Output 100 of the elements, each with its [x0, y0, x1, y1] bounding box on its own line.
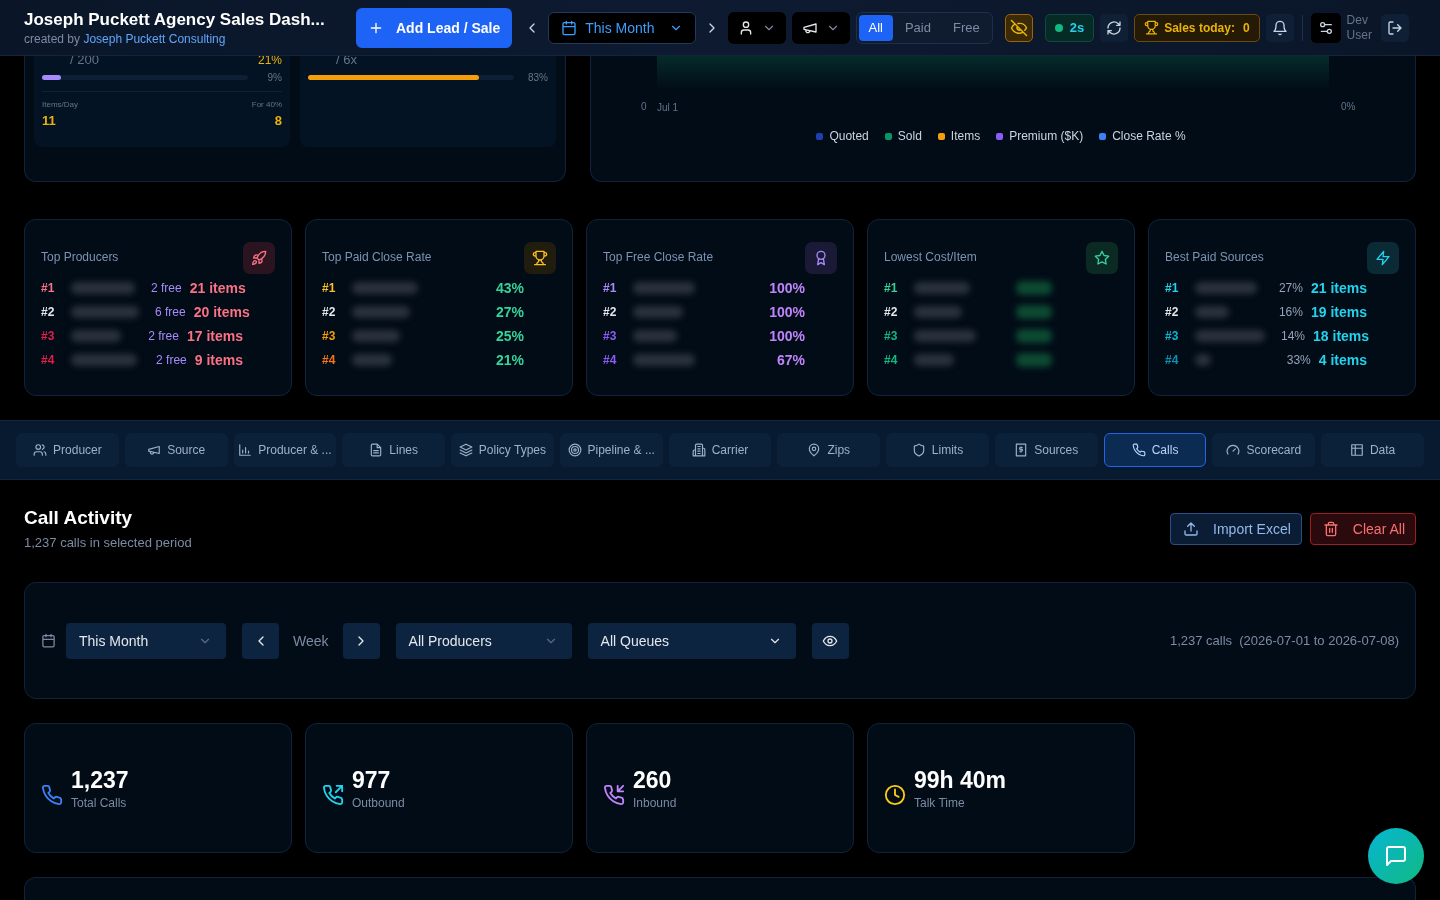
- tab[interactable]: Policy Types: [451, 433, 554, 467]
- close-rate: 25%: [495, 328, 524, 344]
- rank-label: #3: [1165, 329, 1180, 343]
- stat-label: Items/Day: [42, 100, 78, 109]
- rank-label: #3: [884, 329, 899, 343]
- rank-label: #4: [603, 353, 618, 367]
- item-count: 18 items: [1313, 328, 1370, 344]
- consulting-link[interactable]: Joseph Puckett Consulting: [83, 31, 226, 46]
- item-count: 20 items: [193, 304, 250, 320]
- item-count: 9 items: [194, 352, 243, 368]
- rank-label: #4: [884, 353, 899, 367]
- legend-label: Quoted: [829, 129, 869, 143]
- live-badge: 2s: [1044, 13, 1095, 42]
- add-lead-button[interactable]: Add Lead / Sale: [356, 7, 513, 48]
- segment-button[interactable]: Free: [943, 14, 990, 41]
- card-title: Lowest Cost/Item: [884, 250, 977, 264]
- card-title: Top Producers: [41, 250, 119, 264]
- item-count: 17 items: [186, 328, 243, 344]
- card-title: Top Free Close Rate: [603, 250, 714, 264]
- tab[interactable]: Producer & ...: [233, 433, 337, 467]
- tab[interactable]: Data: [1321, 433, 1424, 467]
- share-percent: 27%: [1278, 281, 1303, 295]
- calls-summary: 1,237 calls (2026-07-01 to 2026-07-08): [1169, 633, 1399, 648]
- close-rate: 43%: [495, 280, 524, 296]
- rank-label: #3: [41, 329, 56, 343]
- tab[interactable]: Producer: [16, 433, 119, 467]
- sales-today-badge: Sales today: 0: [1134, 13, 1260, 42]
- stat-value: 260: [633, 766, 673, 794]
- rank-label: #2: [1165, 305, 1180, 319]
- item-count: 21 items: [189, 280, 246, 296]
- close-rate: 21%: [495, 352, 524, 368]
- tab[interactable]: Pipeline & ...: [559, 433, 663, 467]
- clear-all-button[interactable]: Clear All: [1309, 513, 1416, 545]
- queue-select[interactable]: All Queues: [587, 622, 796, 659]
- stat-value: 99h 40m: [914, 766, 1007, 794]
- rank-label: #4: [322, 353, 337, 367]
- rank-label: #2: [322, 305, 337, 319]
- free-count: 6 free: [155, 305, 186, 319]
- tab[interactable]: Source: [124, 433, 228, 467]
- tab[interactable]: Lines: [342, 433, 446, 467]
- free-count: 2 free: [151, 281, 182, 295]
- share-percent: 16%: [1278, 305, 1303, 319]
- axis-tick: 0: [641, 101, 648, 112]
- rank-label: #1: [41, 281, 56, 295]
- axis-tick: 0%: [1341, 101, 1357, 112]
- user-name: Dev User: [1346, 12, 1373, 43]
- tab[interactable]: Carrier: [668, 433, 772, 467]
- close-rate: 100%: [769, 304, 805, 320]
- rank-label: #3: [322, 329, 337, 343]
- tab[interactable]: Sources: [994, 433, 1098, 467]
- section-subtitle: 1,237 calls in selected period: [24, 535, 192, 550]
- free-count: 2 free: [156, 353, 187, 367]
- import-excel-button[interactable]: Import Excel: [1170, 513, 1302, 545]
- item-count: 19 items: [1310, 304, 1367, 320]
- tab[interactable]: Limits: [886, 433, 989, 467]
- app-title: Joseph Puckett Agency Sales Dash...: [24, 9, 326, 30]
- stat-value: 977: [352, 766, 392, 794]
- section-title: Call Activity: [24, 507, 134, 529]
- rank-label: #3: [603, 329, 618, 343]
- period-select[interactable]: This Month: [66, 622, 226, 659]
- share-percent: 33%: [1286, 353, 1311, 367]
- legend-label: Close Rate %: [1112, 129, 1186, 143]
- rank-label: #4: [41, 353, 56, 367]
- rank-label: #1: [603, 281, 618, 295]
- card-title: Best Paid Sources: [1165, 250, 1264, 264]
- close-rate: 100%: [769, 280, 805, 296]
- stat-label: Outbound: [352, 795, 405, 810]
- rank-label: #2: [884, 305, 899, 319]
- free-count: 2 free: [148, 329, 179, 343]
- close-rate: 27%: [495, 304, 524, 320]
- stat-label: Total Calls: [71, 795, 128, 810]
- item-count: 4 items: [1318, 352, 1367, 368]
- tab[interactable]: Scorecard: [1212, 433, 1316, 467]
- progress-reading: 83%: [527, 72, 548, 83]
- axis-tick: Jul 1: [657, 102, 680, 113]
- legend-label: Sold: [897, 129, 922, 143]
- stat-label: For 40%: [251, 100, 282, 109]
- rank-label: #1: [322, 281, 337, 295]
- legend-label: Premium ($K): [1009, 129, 1084, 143]
- legend-label: Items: [950, 129, 981, 143]
- item-count: 21 items: [1310, 280, 1367, 296]
- stat-value: 8: [274, 113, 282, 128]
- stat-value: 11: [42, 113, 57, 128]
- producer-select[interactable]: All Producers: [395, 622, 572, 659]
- close-rate: 67%: [776, 352, 805, 368]
- progress-reading: 9%: [266, 72, 282, 83]
- byline: created by Joseph Puckett Consulting: [24, 31, 227, 46]
- period-select[interactable]: This Month: [548, 11, 696, 44]
- stat-label: Talk Time: [914, 795, 966, 810]
- card-title: Top Paid Close Rate: [322, 250, 432, 264]
- share-percent: 14%: [1281, 329, 1306, 343]
- tab[interactable]: Zips: [777, 433, 881, 467]
- tab[interactable]: Calls: [1103, 433, 1207, 467]
- segment-button[interactable]: Paid: [894, 14, 941, 41]
- stat-label: Inbound: [633, 795, 677, 810]
- segment-button[interactable]: All: [858, 14, 893, 41]
- rank-label: #4: [1165, 353, 1180, 367]
- rank-label: #2: [41, 305, 56, 319]
- close-rate: 100%: [769, 328, 805, 344]
- rank-label: #2: [603, 305, 618, 319]
